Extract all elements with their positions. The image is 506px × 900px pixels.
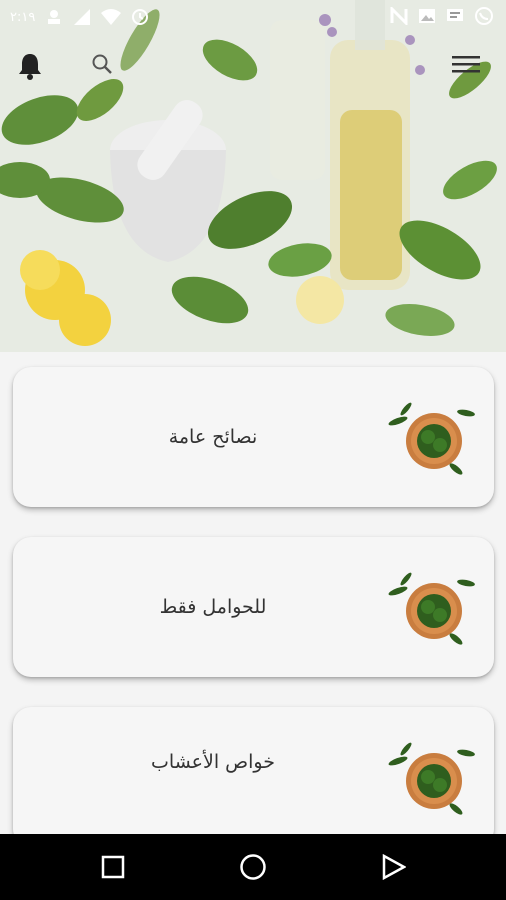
search-button[interactable]	[82, 44, 122, 84]
search-icon	[92, 54, 112, 74]
recents-button[interactable]	[97, 851, 129, 883]
herb-bowl-icon	[388, 572, 475, 645]
menu-card-label: خواص الأعشاب	[151, 751, 275, 773]
menu-card-pregnant-only[interactable]: للحوامل فقط	[13, 537, 494, 677]
whatsapp-icon	[475, 7, 493, 25]
herb-bowl-icon	[388, 742, 475, 815]
menu-card-herb-properties[interactable]: خواص الأعشاب	[13, 707, 494, 834]
signal-icon	[74, 9, 91, 25]
person-icon	[48, 10, 61, 24]
n-icon	[390, 7, 408, 25]
back-button[interactable]	[377, 851, 409, 883]
menu-card-label: للحوامل فقط	[159, 596, 267, 618]
menu-list: نصائح عامة للحوامل فقط خواص الأعشاب	[0, 352, 506, 834]
home-circle-icon	[240, 854, 266, 880]
menu-card-label: نصائح عامة	[168, 426, 258, 448]
menu-card-general-tips[interactable]: نصائح عامة	[13, 367, 494, 507]
menu-button[interactable]	[446, 44, 486, 84]
system-nav-bar	[0, 834, 506, 900]
back-triangle-icon	[382, 854, 406, 880]
menu-icon	[452, 56, 480, 73]
status-time: ٢:١٩	[10, 9, 36, 25]
herb-bowl-icon	[388, 402, 475, 475]
header-image: ٢:١٩	[0, 0, 506, 352]
wifi-icon	[101, 9, 122, 25]
recents-square-icon	[101, 855, 125, 879]
status-bar: ٢:١٩	[0, 0, 506, 34]
notification-button[interactable]	[10, 46, 50, 86]
herbs-photo	[0, 0, 506, 352]
clock-icon	[132, 9, 149, 25]
home-button[interactable]	[237, 851, 269, 883]
message-icon	[447, 9, 463, 21]
bell-icon	[19, 54, 41, 80]
image-icon	[419, 9, 435, 23]
